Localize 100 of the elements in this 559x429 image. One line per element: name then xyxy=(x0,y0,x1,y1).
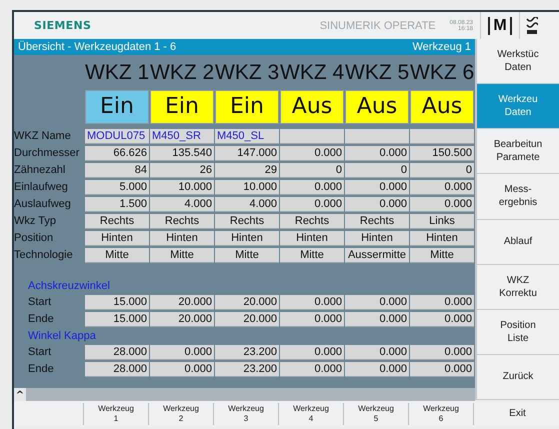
table-cell[interactable]: 0.000 xyxy=(280,180,344,195)
table-cell[interactable]: 4.000 xyxy=(215,197,279,212)
table-cell[interactable]: 66.626 xyxy=(85,146,149,161)
table-cell[interactable]: Hinten xyxy=(150,231,214,246)
jog-wave-icon[interactable] xyxy=(526,16,538,34)
table-cell[interactable]: 147.000 xyxy=(215,146,279,161)
table-cell[interactable]: 0.000 xyxy=(410,295,474,310)
table-cell[interactable]: 0.000 xyxy=(150,345,214,360)
tool-status[interactable]: Aus xyxy=(345,90,409,124)
table-cell[interactable]: 26 xyxy=(150,163,214,178)
table-cell[interactable]: 0.000 xyxy=(345,312,409,327)
table-cell[interactable]: 0.000 xyxy=(410,197,474,212)
tool-status[interactable]: Aus xyxy=(410,90,474,124)
table-cell[interactable] xyxy=(280,129,344,144)
table-cell[interactable]: 0.000 xyxy=(280,312,344,327)
table-cell[interactable]: M450_SL xyxy=(215,129,279,144)
table-cell[interactable]: 1.500 xyxy=(85,197,149,212)
table-cell[interactable]: 15.000 xyxy=(85,312,149,327)
table-cell[interactable]: 0.000 xyxy=(410,345,474,360)
table-cell[interactable]: Mitte xyxy=(410,248,474,263)
table-cell[interactable]: 0.000 xyxy=(150,362,214,377)
table-cell[interactable]: Hinten xyxy=(410,231,474,246)
table-cell[interactable]: 20.000 xyxy=(150,312,214,327)
table-cell[interactable]: 84 xyxy=(85,163,149,178)
table-cell[interactable]: 0.000 xyxy=(345,345,409,360)
table-cell[interactable]: Hinten xyxy=(345,231,409,246)
table-cell[interactable]: Links xyxy=(410,214,474,229)
table-cell[interactable]: 150.500 xyxy=(410,146,474,161)
table-cell[interactable]: Rechts xyxy=(150,214,214,229)
table-cell[interactable]: Rechts xyxy=(345,214,409,229)
table-cell[interactable]: 28.000 xyxy=(85,362,149,377)
table-cell[interactable]: 10.000 xyxy=(150,180,214,195)
brand-logo: SIEMENS xyxy=(34,19,92,32)
table-cell[interactable]: 0.000 xyxy=(345,197,409,212)
tool-status[interactable]: Ein xyxy=(150,90,214,124)
table-cell[interactable] xyxy=(410,129,474,144)
table-cell[interactable]: M450_SR xyxy=(150,129,214,144)
table-cell[interactable]: 0.000 xyxy=(280,345,344,360)
table-cell[interactable]: 0.000 xyxy=(410,312,474,327)
horizontal-softkey[interactable]: Werkzeug 4 xyxy=(279,403,344,425)
tool-heading: WKZ 2 xyxy=(150,60,214,86)
screen-title: Übersicht - Werkzeugdaten 1 - 6 xyxy=(18,41,176,53)
table-cell[interactable]: 0.000 xyxy=(410,362,474,377)
row-label: Ende xyxy=(27,362,55,377)
table-cell[interactable]: 0 xyxy=(410,163,474,178)
table-cell[interactable]: 0.000 xyxy=(280,146,344,161)
table-cell[interactable]: 29 xyxy=(215,163,279,178)
table-cell[interactable]: Mitte xyxy=(85,248,149,263)
table-cell[interactable]: Hinten xyxy=(85,231,149,246)
table-cell[interactable]: Rechts xyxy=(280,214,344,229)
table-cell[interactable]: 28.000 xyxy=(85,345,149,360)
vertical-softkey[interactable]: Position Liste xyxy=(475,310,559,355)
table-cell[interactable]: 20.000 xyxy=(215,312,279,327)
horizontal-softkey[interactable]: Werkzeug 5 xyxy=(344,403,409,425)
tool-status[interactable]: Aus xyxy=(280,90,344,124)
horizontal-softkey[interactable]: Werkzeug 2 xyxy=(149,403,214,425)
table-cell[interactable]: Mitte xyxy=(280,248,344,263)
row-label: WKZ Name xyxy=(14,129,72,144)
table-cell[interactable]: MODUL075 xyxy=(85,129,149,144)
table-cell[interactable]: 0 xyxy=(280,163,344,178)
vertical-softkey[interactable]: WKZ Korrektu xyxy=(475,264,559,310)
vertical-softkey[interactable]: Bearbeitun Paramete xyxy=(475,129,559,174)
table-cell[interactable]: 0.000 xyxy=(345,180,409,195)
table-cell[interactable]: 0.000 xyxy=(280,197,344,212)
table-cell[interactable]: Rechts xyxy=(85,214,149,229)
table-cell[interactable]: 0.000 xyxy=(410,180,474,195)
table-cell[interactable]: 20.000 xyxy=(150,295,214,310)
table-cell[interactable]: 0.000 xyxy=(280,295,344,310)
table-cell[interactable]: Mitte xyxy=(150,248,214,263)
table-cell[interactable]: 15.000 xyxy=(85,295,149,310)
row-label: Start xyxy=(27,295,52,310)
table-cell[interactable]: Rechts xyxy=(215,214,279,229)
table-cell[interactable]: 135.540 xyxy=(150,146,214,161)
vertical-softkey[interactable]: Ablauf xyxy=(475,220,559,265)
table-cell[interactable] xyxy=(345,129,409,144)
table-cell[interactable]: 0 xyxy=(345,163,409,178)
vertical-softkey[interactable]: Mess- ergebnis xyxy=(475,174,559,220)
table-cell[interactable]: 0.000 xyxy=(345,146,409,161)
row-label: Technologie xyxy=(14,248,74,263)
table-cell[interactable]: 4.000 xyxy=(150,197,214,212)
table-cell[interactable]: 0.000 xyxy=(345,295,409,310)
horizontal-softkey[interactable]: Exit xyxy=(474,403,559,425)
table-cell[interactable]: Hinten xyxy=(280,231,344,246)
table-cell[interactable]: 0.000 xyxy=(345,362,409,377)
scroll-up-button[interactable]: ^ xyxy=(14,388,26,401)
table-cell[interactable]: Aussermitte xyxy=(345,248,409,263)
table-cell[interactable]: 5.000 xyxy=(85,180,149,195)
horizontal-softkey[interactable]: Werkzeug 3 xyxy=(214,403,279,425)
table-cell[interactable]: Mitte xyxy=(215,248,279,263)
table-cell[interactable]: Hinten xyxy=(215,231,279,246)
table-cell[interactable]: 0.000 xyxy=(280,362,344,377)
tool-status[interactable]: Ein xyxy=(85,90,149,124)
horizontal-softkey[interactable]: Werkzeug 6 xyxy=(409,403,474,425)
tool-status[interactable]: Ein xyxy=(215,90,279,124)
table-cell[interactable]: 23.200 xyxy=(215,345,279,360)
table-cell[interactable]: 20.000 xyxy=(215,295,279,310)
table-cell[interactable]: 10.000 xyxy=(215,180,279,195)
horizontal-softkey[interactable]: Werkzeug 1 xyxy=(84,403,149,425)
table-cell[interactable]: 23.200 xyxy=(215,362,279,377)
vertical-softkey[interactable]: Werkzeu Daten xyxy=(475,84,559,130)
